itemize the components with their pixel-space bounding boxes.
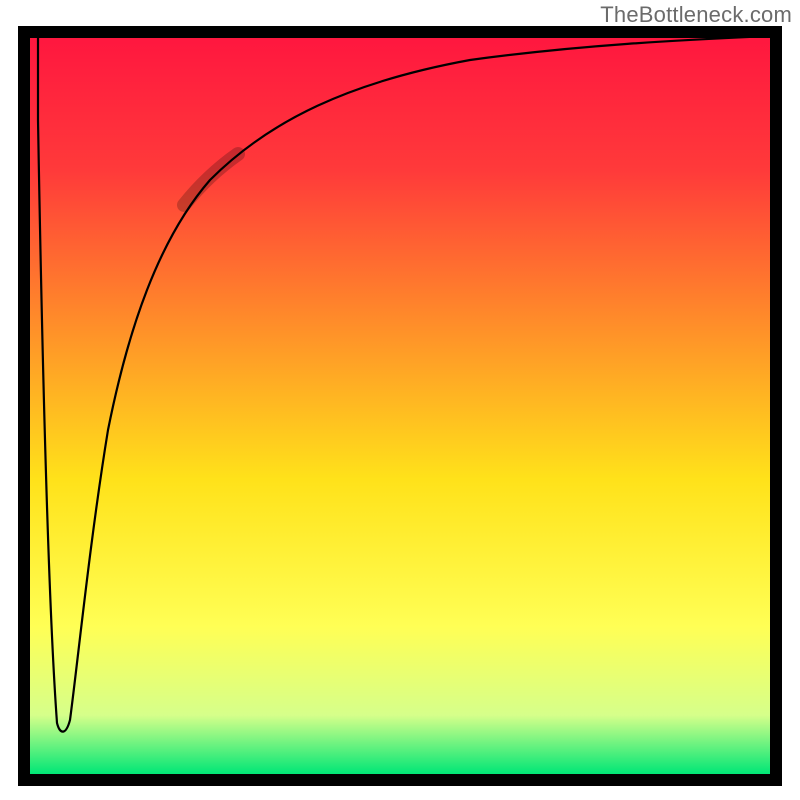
plot-background — [30, 38, 770, 774]
chart-container: TheBottleneck.com — [0, 0, 800, 800]
watermark-label: TheBottleneck.com — [600, 2, 792, 28]
bottleneck-plot — [0, 0, 800, 800]
